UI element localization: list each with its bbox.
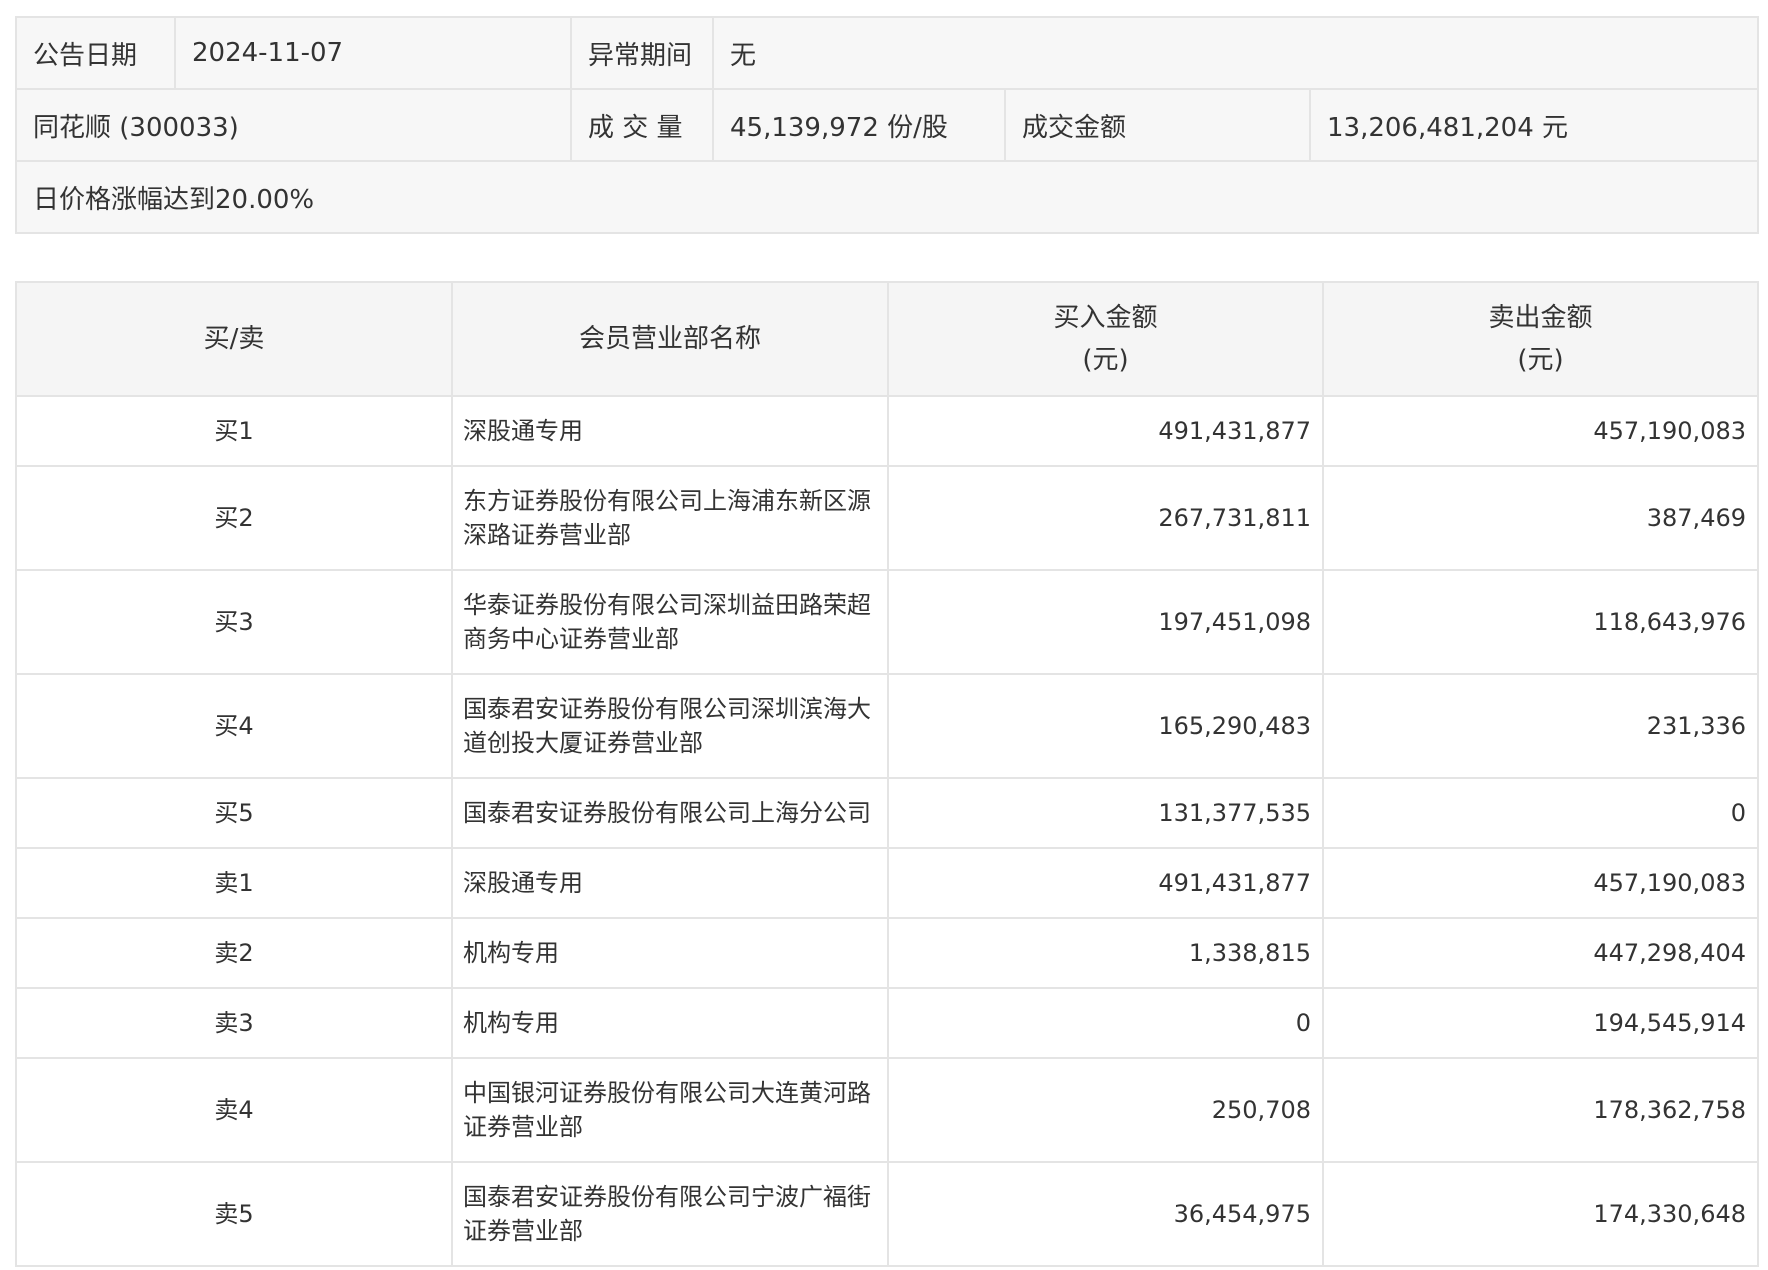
buy-amount-cell: 250,708 xyxy=(887,1057,1324,1163)
sell-amount-cell: 0 xyxy=(1322,777,1759,849)
member-name-cell: 机构专用 xyxy=(451,987,889,1059)
header-sell-amount-unit: (元) xyxy=(1517,345,1564,375)
buy-amount-cell: 131,377,535 xyxy=(887,777,1324,849)
table-row: 买1 深股通专用 491,431,877 457,190,083 xyxy=(15,395,1759,467)
member-name-cell: 国泰君安证券股份有限公司宁波广福街证券营业部 xyxy=(451,1161,889,1267)
member-name-cell: 中国银河证券股份有限公司大连黄河路证券营业部 xyxy=(451,1057,889,1163)
header-buy-amount: 买入金额 (元) xyxy=(887,281,1324,397)
member-name-cell: 深股通专用 xyxy=(451,847,889,919)
buy-amount-cell: 36,454,975 xyxy=(887,1161,1324,1267)
side-cell: 买1 xyxy=(15,395,453,467)
info-row-reason: 日价格涨幅达到20.00% xyxy=(15,160,1759,234)
sell-amount-cell: 447,298,404 xyxy=(1322,917,1759,989)
turnover-label: 成交金额 xyxy=(1004,88,1311,162)
member-name-cell: 国泰君安证券股份有限公司深圳滨海大道创投大厦证券营业部 xyxy=(451,673,889,779)
side-cell: 买4 xyxy=(15,673,453,779)
table-row: 买4 国泰君安证券股份有限公司深圳滨海大道创投大厦证券营业部 165,290,4… xyxy=(15,673,1759,779)
member-name-cell: 国泰君安证券股份有限公司上海分公司 xyxy=(451,777,889,849)
turnover-value: 13,206,481,204 元 xyxy=(1309,88,1759,162)
announce-date-value: 2024-11-07 xyxy=(174,16,572,90)
side-cell: 买2 xyxy=(15,465,453,571)
abnormal-period-label: 异常期间 xyxy=(570,16,714,90)
sell-amount-cell: 118,643,976 xyxy=(1322,569,1759,675)
sell-amount-cell: 457,190,083 xyxy=(1322,395,1759,467)
header-buy-amount-label: 买入金额 xyxy=(1053,303,1158,333)
header-sell-amount: 卖出金额 (元) xyxy=(1322,281,1759,397)
sell-amount-cell: 178,362,758 xyxy=(1322,1057,1759,1163)
broker-trading-table: 买/卖 会员营业部名称 买入金额 (元) 卖出金额 (元) 买1 深股通专用 4… xyxy=(15,281,1759,1267)
table-row: 买2 东方证券股份有限公司上海浦东新区源深路证券营业部 267,731,811 … xyxy=(15,465,1759,571)
header-buy-amount-unit: (元) xyxy=(1082,345,1129,375)
table-row: 卖3 机构专用 0 194,545,914 xyxy=(15,987,1759,1059)
buy-amount-cell: 165,290,483 xyxy=(887,673,1324,779)
sell-amount-cell: 387,469 xyxy=(1322,465,1759,571)
member-name-cell: 东方证券股份有限公司上海浦东新区源深路证券营业部 xyxy=(451,465,889,571)
table-row: 卖1 深股通专用 491,431,877 457,190,083 xyxy=(15,847,1759,919)
listing-reason: 日价格涨幅达到20.00% xyxy=(15,160,1759,234)
sell-amount-cell: 174,330,648 xyxy=(1322,1161,1759,1267)
table-header-row: 买/卖 会员营业部名称 买入金额 (元) 卖出金额 (元) xyxy=(15,281,1759,397)
buy-amount-cell: 267,731,811 xyxy=(887,465,1324,571)
buy-amount-cell: 1,338,815 xyxy=(887,917,1324,989)
header-side: 买/卖 xyxy=(15,281,453,397)
member-name-cell: 机构专用 xyxy=(451,917,889,989)
announce-date-label: 公告日期 xyxy=(15,16,176,90)
info-row-trading: 同花顺 (300033) 成 交 量 45,139,972 份/股 成交金额 1… xyxy=(15,88,1759,162)
abnormal-period-value: 无 xyxy=(712,16,1759,90)
buy-amount-cell: 491,431,877 xyxy=(887,395,1324,467)
table-row: 卖5 国泰君安证券股份有限公司宁波广福街证券营业部 36,454,975 174… xyxy=(15,1161,1759,1267)
buy-amount-cell: 0 xyxy=(887,987,1324,1059)
buy-amount-cell: 491,431,877 xyxy=(887,847,1324,919)
table-row: 卖2 机构专用 1,338,815 447,298,404 xyxy=(15,917,1759,989)
member-name-cell: 深股通专用 xyxy=(451,395,889,467)
side-cell: 卖2 xyxy=(15,917,453,989)
side-cell: 卖1 xyxy=(15,847,453,919)
table-row: 买5 国泰君安证券股份有限公司上海分公司 131,377,535 0 xyxy=(15,777,1759,849)
volume-value: 45,139,972 份/股 xyxy=(712,88,1006,162)
stock-name-code: 同花顺 (300033) xyxy=(15,88,572,162)
table-row: 卖4 中国银河证券股份有限公司大连黄河路证券营业部 250,708 178,36… xyxy=(15,1057,1759,1163)
side-cell: 买3 xyxy=(15,569,453,675)
side-cell: 买5 xyxy=(15,777,453,849)
side-cell: 卖3 xyxy=(15,987,453,1059)
header-sell-amount-label: 卖出金额 xyxy=(1488,303,1593,333)
sell-amount-cell: 457,190,083 xyxy=(1322,847,1759,919)
member-name-cell: 华泰证券股份有限公司深圳益田路荣超商务中心证券营业部 xyxy=(451,569,889,675)
volume-label: 成 交 量 xyxy=(570,88,714,162)
stock-info-table: 公告日期 2024-11-07 异常期间 无 同花顺 (300033) 成 交 … xyxy=(15,16,1759,234)
table-row: 买3 华泰证券股份有限公司深圳益田路荣超商务中心证券营业部 197,451,09… xyxy=(15,569,1759,675)
info-row-date: 公告日期 2024-11-07 异常期间 无 xyxy=(15,16,1759,90)
header-member: 会员营业部名称 xyxy=(451,281,889,397)
sell-amount-cell: 231,336 xyxy=(1322,673,1759,779)
side-cell: 卖5 xyxy=(15,1161,453,1267)
sell-amount-cell: 194,545,914 xyxy=(1322,987,1759,1059)
side-cell: 卖4 xyxy=(15,1057,453,1163)
buy-amount-cell: 197,451,098 xyxy=(887,569,1324,675)
